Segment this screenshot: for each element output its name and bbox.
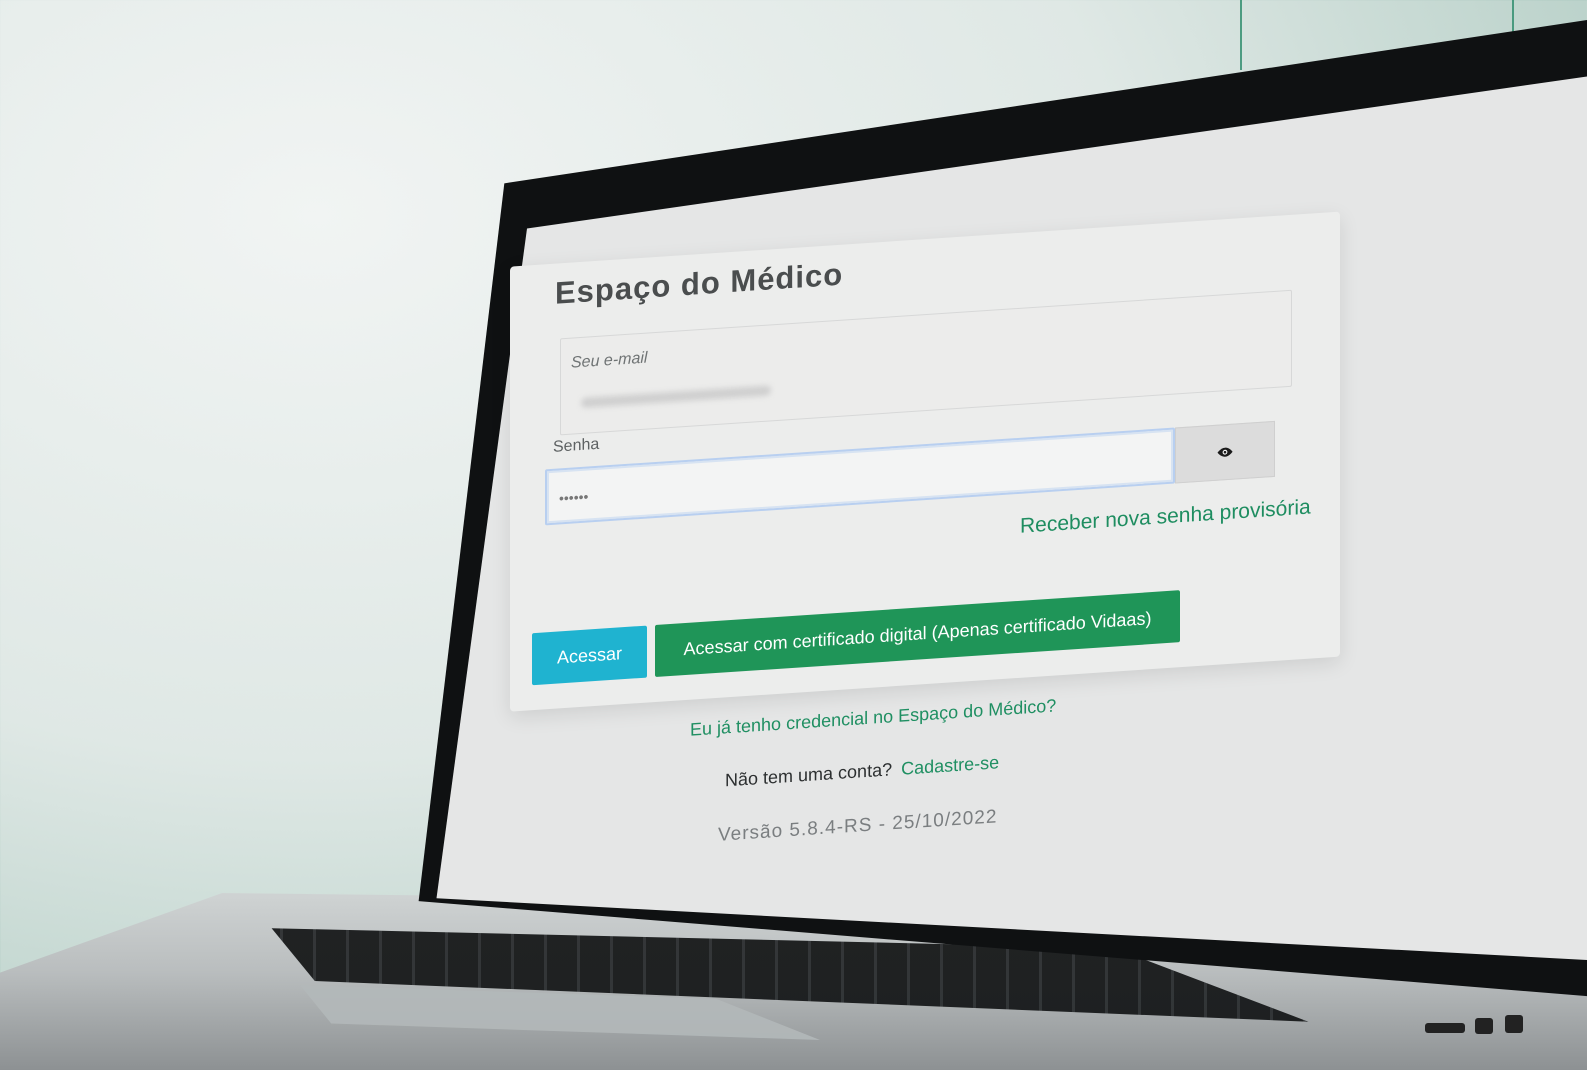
signup-line: Não tem uma conta? Cadastre-se (725, 752, 999, 791)
no-account-text: Não tem uma conta? (725, 759, 893, 791)
access-button[interactable]: Acessar (532, 625, 647, 686)
signup-link[interactable]: Cadastre-se (901, 752, 999, 779)
port (1425, 1023, 1465, 1033)
email-label: Seu e-mail (571, 349, 648, 372)
laptop-ports (1415, 1003, 1535, 1043)
existing-credential-link[interactable]: Eu já tenho credencial no Espaço do Médi… (690, 695, 1056, 740)
version-text: Versão 5.8.4-RS - 25/10/2022 (718, 806, 998, 846)
port (1505, 1015, 1523, 1033)
password-label: Senha (553, 435, 600, 456)
port (1475, 1018, 1493, 1034)
email-value-blurred (581, 385, 771, 408)
login-screen: Espaço do Médico Seu e-mail Senha ••••••… (460, 135, 1440, 920)
eye-icon (1216, 446, 1234, 459)
background-decor-line (1240, 0, 1242, 70)
show-password-button[interactable] (1175, 420, 1275, 484)
